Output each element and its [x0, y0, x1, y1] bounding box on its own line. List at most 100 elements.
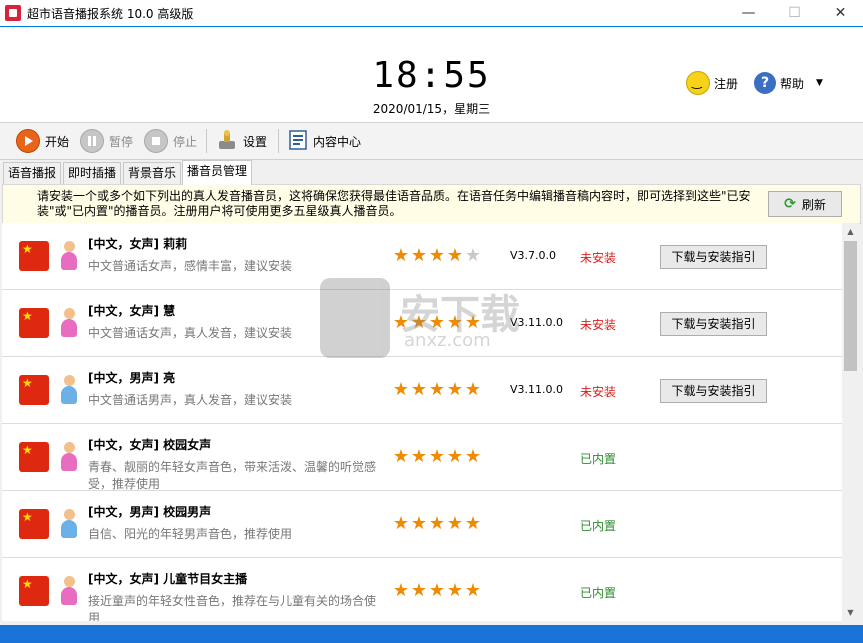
stop-label: 停止 [173, 134, 198, 149]
china-flag-icon [19, 375, 49, 405]
star-rating: ★ ★ ★ ★ ★ [392, 514, 482, 534]
clock-date: 2020/01/15，星期三 [372, 102, 491, 116]
watermark-subtext: anxz.com [404, 330, 491, 351]
register-button[interactable]: 注册 [686, 71, 738, 95]
star-icon: ★ [446, 245, 464, 266]
announcer-row[interactable]: [中文，男声] 校园男声自信、阳光的年轻男声音色，推荐使用★★★★★已内置 [2, 491, 842, 558]
china-flag-icon [19, 509, 49, 539]
download-install-guide-button[interactable]: 下载与安装指引 [660, 379, 767, 403]
pause-button[interactable]: 暂停 [80, 129, 133, 153]
close-button[interactable]: ✕ [818, 0, 863, 26]
star-icon: ★ [392, 513, 410, 534]
stop-icon [144, 129, 168, 153]
pause-icon [80, 129, 104, 153]
start-label: 开始 [45, 134, 70, 149]
settings-label: 设置 [243, 134, 268, 149]
star-icon: ★ [410, 580, 428, 601]
install-status: 未安装 [580, 385, 617, 399]
star-rating: ★ ★ ★ ★ ★ [392, 581, 482, 601]
star-icon: ★ [410, 446, 428, 467]
status-bar [0, 625, 863, 643]
star-icon: ★ [464, 379, 482, 400]
announcer-name: [中文，男声] 校园男声 [88, 505, 212, 519]
stop-button[interactable]: 停止 [144, 129, 197, 153]
announcer-name: [中文，女声] 慧 [88, 304, 176, 318]
download-install-guide-button[interactable]: 下载与安装指引 [660, 245, 767, 269]
announcer-version: V3.7.0.0 [510, 249, 557, 262]
star-rating: ★ ★ ★ ★ ★ [392, 447, 482, 467]
tab-background-music[interactable]: 背景音乐 [123, 162, 182, 184]
star-icon: ★ [428, 245, 446, 266]
tab-voice-broadcast[interactable]: 语音播报 [3, 162, 62, 184]
install-status: 已内置 [580, 586, 617, 600]
toolbar-divider [206, 129, 207, 153]
star-rating: ★ ★ ★ ★ ★ [392, 380, 482, 400]
title-bar: 超市语音播报系统 10.0 高级版 — ☐ ✕ [0, 0, 863, 26]
star-icon: ★ [446, 379, 464, 400]
content-center-button[interactable]: 内容中心 [288, 129, 361, 153]
help-label: 帮助 [780, 76, 805, 91]
star-icon: ★ [410, 513, 428, 534]
star-icon: ★ [428, 379, 446, 400]
female-person-icon [59, 308, 79, 338]
window-title: 超市语音播报系统 10.0 高级版 [27, 7, 194, 21]
notice-text: 请安装一个或多个如下列出的真人发音播音员，这将确保您获得最佳语音品质。在语音任务… [37, 189, 751, 218]
announcer-name: [中文，女声] 莉莉 [88, 237, 188, 251]
notice-panel: 请安装一个或多个如下列出的真人发音播音员，这将确保您获得最佳语音品质。在语音任务… [2, 184, 861, 224]
star-icon: ★ [392, 379, 410, 400]
star-icon: ★ [446, 513, 464, 534]
document-icon [288, 129, 308, 154]
female-person-icon [59, 241, 79, 271]
star-icon: ★ [410, 379, 428, 400]
china-flag-icon [19, 576, 49, 606]
refresh-button[interactable]: ⟳ 刷新 [768, 191, 842, 217]
china-flag-icon [19, 442, 49, 472]
tab-announcer-management[interactable]: 播音员管理 [182, 160, 253, 185]
settings-icon [216, 129, 238, 154]
list-scrollbar[interactable]: ▲ ▼ [842, 223, 859, 621]
start-button[interactable]: 开始 [16, 129, 69, 153]
announcer-row[interactable]: [中文，女声] 校园女声青春、靓丽的年轻女声音色，带来活泼、温馨的听觉感受，推荐… [2, 424, 842, 491]
help-button[interactable]: ? 帮助 ▼ [754, 71, 823, 95]
star-icon: ★ [428, 446, 446, 467]
scroll-up-icon[interactable]: ▲ [842, 223, 859, 240]
app-icon [5, 5, 21, 21]
settings-button[interactable]: 设置 [216, 129, 267, 153]
announcer-description: 青春、靓丽的年轻女声音色，带来活泼、温馨的听觉感受，推荐使用 [88, 460, 377, 491]
star-icon: ★ [446, 446, 464, 467]
male-person-icon [59, 375, 79, 405]
minimize-button[interactable]: — [726, 0, 771, 26]
scroll-down-icon[interactable]: ▼ [842, 604, 859, 621]
announcer-description: 自信、阳光的年轻男声音色，推荐使用 [88, 527, 293, 541]
install-status: 已内置 [580, 519, 617, 533]
male-person-icon [59, 509, 79, 539]
header: 18:55 2020/01/15，星期三 注册 ? 帮助 ▼ [0, 26, 863, 123]
maximize-button[interactable]: ☐ [772, 0, 817, 26]
china-flag-icon [19, 308, 49, 338]
female-person-icon [59, 576, 79, 606]
download-install-guide-button[interactable]: 下载与安装指引 [660, 312, 767, 336]
tab-instant-insert[interactable]: 即时插播 [63, 162, 122, 184]
scroll-thumb[interactable] [844, 241, 857, 371]
install-status: 未安装 [580, 251, 617, 265]
star-icon: ★ [410, 245, 428, 266]
star-icon: ★ [464, 513, 482, 534]
install-status: 已内置 [580, 452, 617, 466]
china-flag-icon [19, 241, 49, 271]
chevron-down-icon[interactable]: ▼ [816, 78, 823, 88]
star-icon: ★ [428, 580, 446, 601]
shield-icon [320, 278, 390, 358]
announcer-row[interactable]: [中文，男声] 亮中文普通话男声，真人发音，建议安装★★★★★V3.11.0.0… [2, 357, 842, 424]
star-icon: ★ [446, 580, 464, 601]
star-icon: ★ [392, 245, 410, 266]
toolbar: 开始 暂停 停止 设置 内容中心 [0, 122, 863, 160]
star-icon: ★ [428, 513, 446, 534]
register-label: 注册 [714, 76, 739, 91]
announcer-name: [中文，女声] 儿童节目女主播 [88, 572, 248, 586]
star-rating: ★ ★ ★ ★ ★ [392, 246, 482, 266]
star-icon: ★ [464, 446, 482, 467]
star-icon: ★ [464, 245, 482, 266]
refresh-label: 刷新 [801, 197, 826, 212]
announcer-row[interactable]: [中文，女声] 儿童节目女主播接近童声的年轻女性音色，推荐在与儿童有关的场合使用… [2, 558, 842, 621]
star-icon: ★ [464, 580, 482, 601]
